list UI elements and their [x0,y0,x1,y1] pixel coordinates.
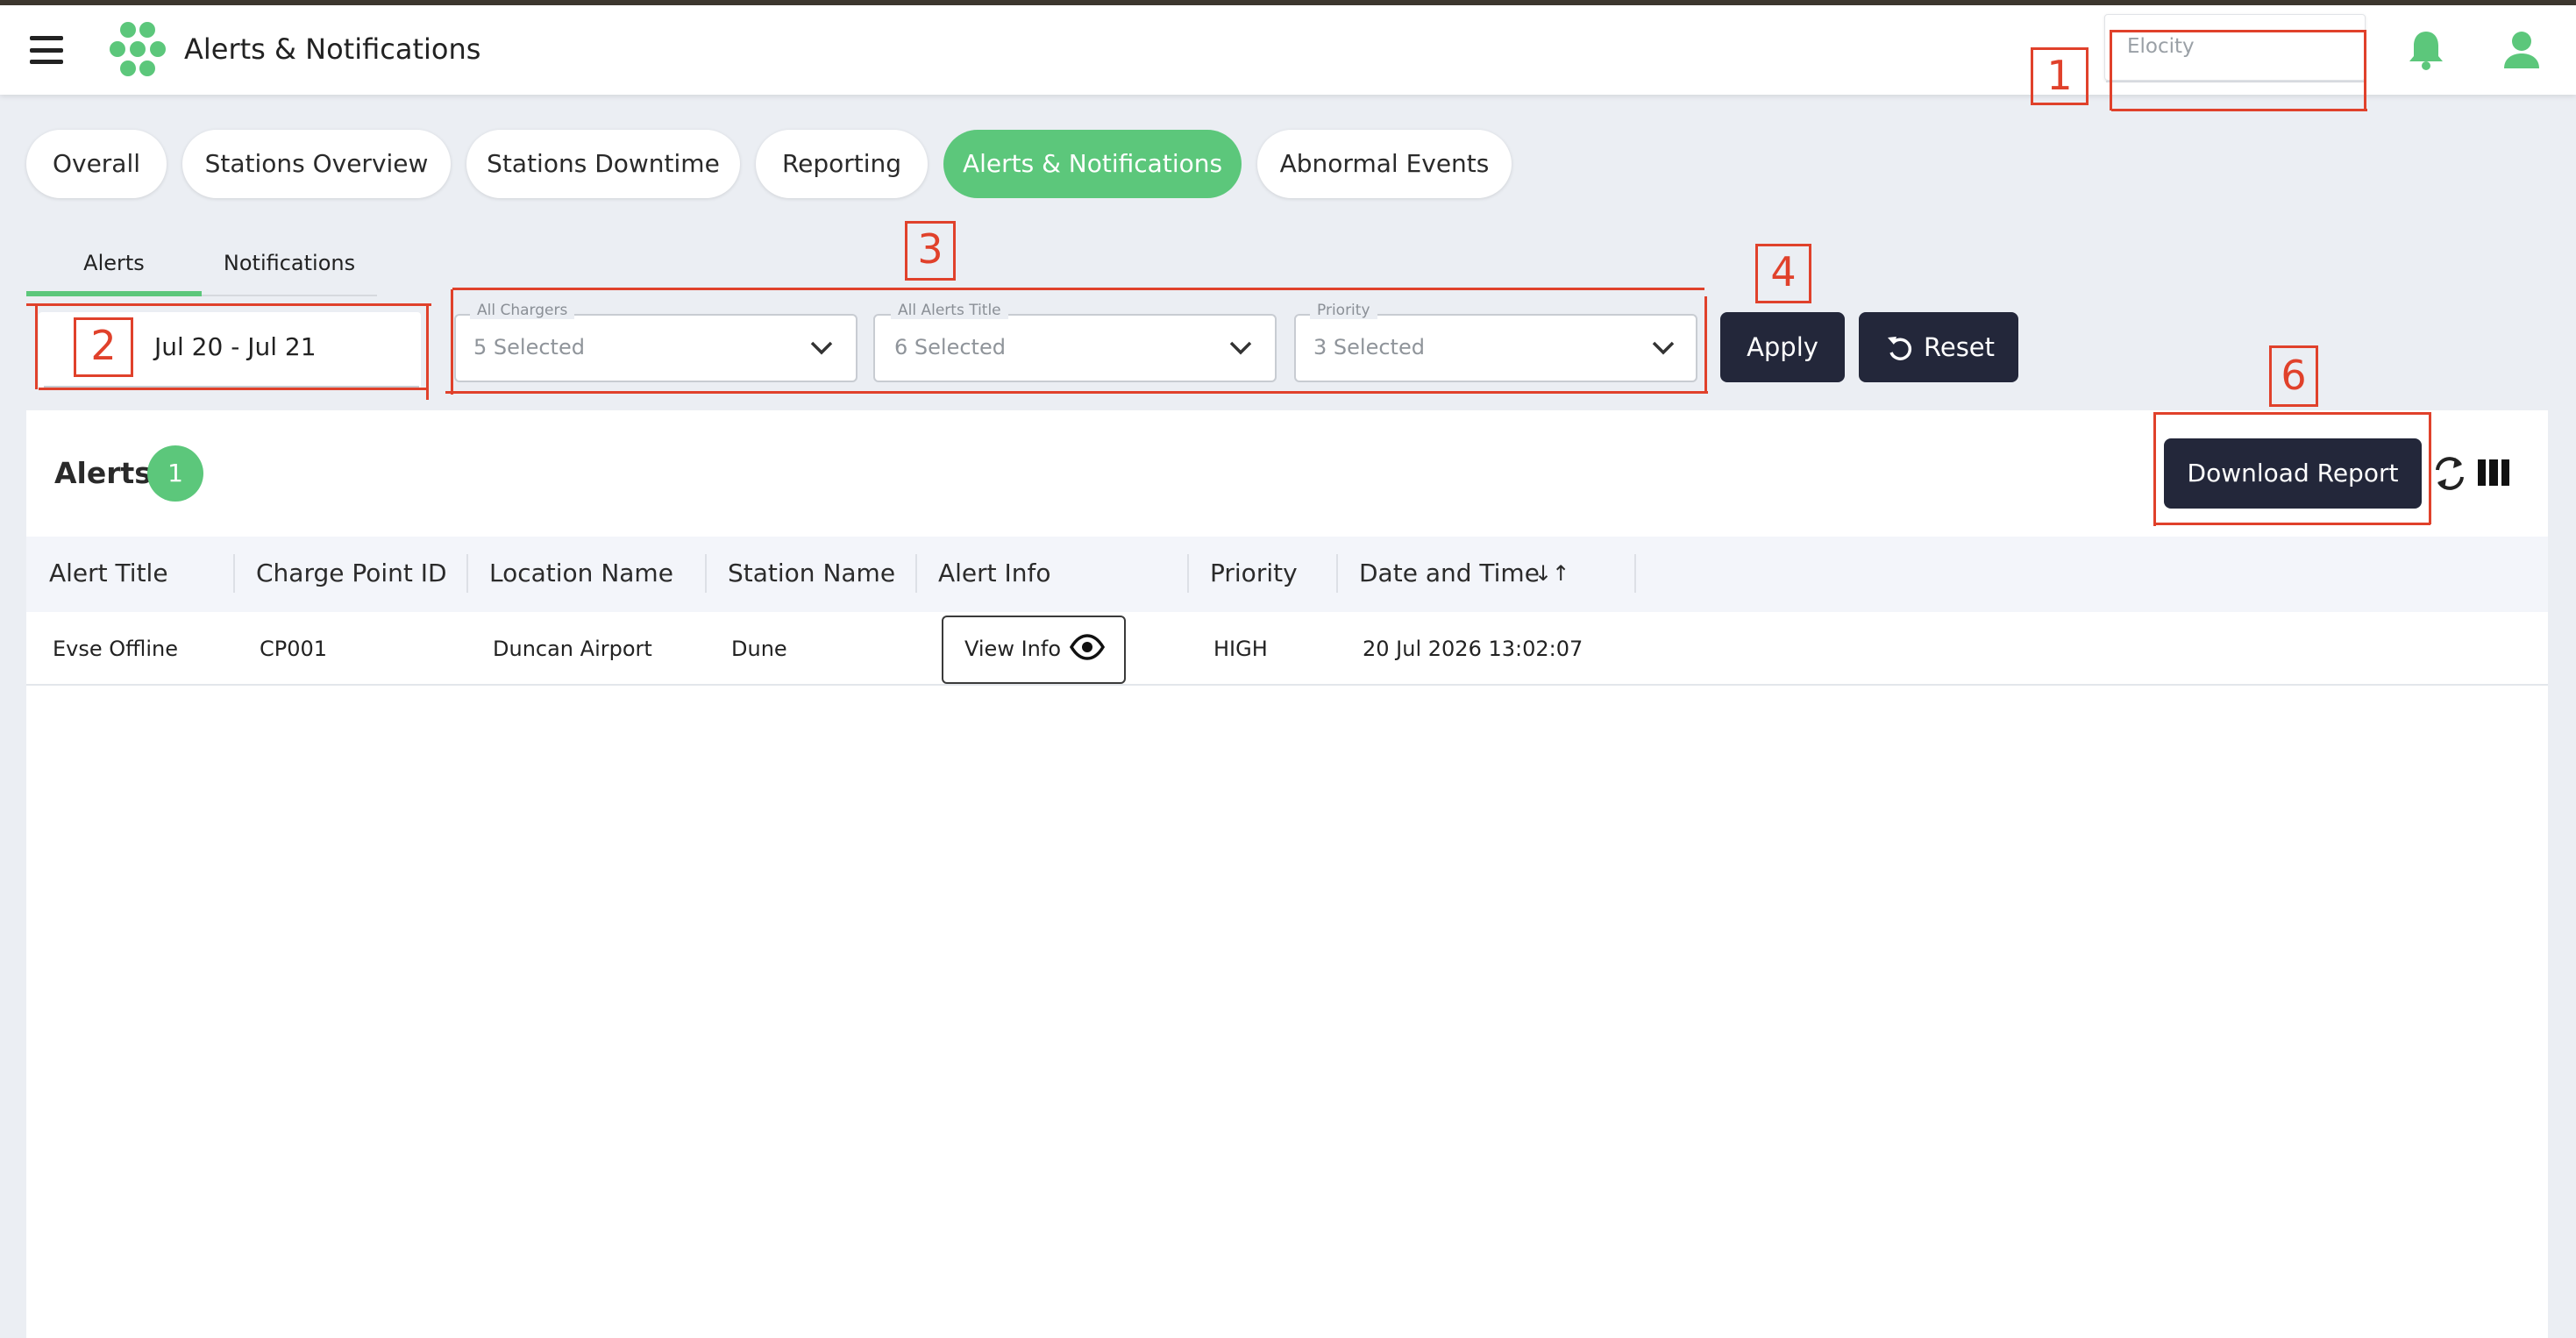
cell-priority: HIGH [1213,637,1268,661]
column-divider [705,554,707,593]
column-divider [1336,554,1338,593]
annotation-line [1704,296,1707,393]
annotation-line [35,303,38,389]
alert-title-select-value: 6 Selected [894,335,1006,359]
annotation-line [26,303,431,306]
annotation-line [426,303,429,400]
active-subtab-indicator [26,291,202,296]
column-header-priority[interactable]: Priority [1210,558,1298,589]
column-header-station-name[interactable]: Station Name [728,558,895,589]
annotation-line [2155,412,2430,415]
user-icon[interactable] [2502,30,2541,70]
annotation-number: 3 [917,225,943,273]
tab-reporting[interactable]: Reporting [756,130,928,198]
tab-overall[interactable]: Overall [26,130,167,198]
annotation-line [2110,30,2112,110]
chevron-down-icon [810,341,833,355]
column-header-date-time[interactable]: Date and Time [1359,558,1540,589]
view-info-label: View Info [964,637,1062,661]
cell-charge-point-id: CP001 [260,637,328,661]
column-header-location-name[interactable]: Location Name [489,558,673,589]
menu-icon[interactable] [26,32,67,68]
cell-station-name: Dune [731,637,787,661]
cell-location-name: Duncan Airport [493,637,652,661]
alert-title-select-label: All Alerts Title [891,302,1008,319]
org-selector-value: Elocity [2127,35,2195,58]
reset-button[interactable]: Reset [1859,312,2018,382]
annotation-line [2155,523,2430,525]
org-selector-underline [2106,81,2364,82]
subtab-alerts[interactable]: Alerts [26,246,202,281]
columns-icon[interactable] [2478,459,2509,486]
bell-icon[interactable] [2406,28,2446,72]
logo-icon [110,22,166,76]
annotation-number: 4 [1770,248,1797,295]
annotation-number: 2 [90,322,117,369]
priority-select-label: Priority [1310,302,1377,319]
column-header-alert-info[interactable]: Alert Info [938,558,1051,589]
annotation-line [2111,30,2366,32]
sort-icon[interactable]: ↓↑ [1534,558,1569,589]
annotation-line [2111,109,2367,111]
column-divider [466,554,468,593]
download-report-button[interactable]: Download Report [2164,438,2422,509]
column-divider [1187,554,1189,593]
column-divider [915,554,917,593]
subtab-divider [202,295,377,296]
subtab-notifications[interactable]: Notifications [202,246,377,281]
apply-button[interactable]: Apply [1720,312,1845,382]
alerts-count-badge: 1 [147,445,203,502]
annotation-line [451,289,453,395]
app-title: Alerts & Notifications [184,32,481,66]
tab-stations-overview[interactable]: Stations Overview [182,130,451,198]
chevron-down-icon [1652,341,1675,355]
annotation-number: 6 [2281,352,2307,399]
tab-stations-downtime[interactable]: Stations Downtime [466,130,740,198]
annotation-line [445,391,1708,394]
priority-select-value: 3 Selected [1313,335,1425,359]
chevron-down-icon [1229,341,1252,355]
column-header-charge-point-id[interactable]: Charge Point ID [256,558,447,589]
page-root: Alerts & Notifications Elocity Overall S… [0,0,2576,1338]
tab-abnormal-events[interactable]: Abnormal Events [1257,130,1512,198]
annotation-line [2429,412,2431,524]
chargers-select-value: 5 Selected [473,335,585,359]
table-row [26,612,2548,686]
annotation-line [452,288,1704,290]
column-divider [233,554,235,593]
annotation-number: 1 [2046,52,2073,99]
annotation-line [2153,412,2156,526]
alerts-card-title: Alerts [54,456,152,490]
tab-alerts-notifications[interactable]: Alerts & Notifications [943,130,1242,198]
annotation-line [39,388,428,390]
refresh-icon[interactable] [2430,452,2469,495]
column-header-alert-title[interactable]: Alert Title [49,558,168,589]
annotation-line [2364,30,2366,110]
date-range-value: Jul 20 - Jul 21 [154,332,317,361]
reset-label: Reset [1924,332,1996,362]
chargers-select-label: All Chargers [470,302,575,319]
undo-icon [1888,337,1912,360]
eye-icon [1070,634,1105,660]
cell-date-time: 20 Jul 2026 13:02:07 [1363,637,1583,661]
column-divider [1634,554,1636,593]
cell-alert-title: Evse Offline [53,637,179,661]
